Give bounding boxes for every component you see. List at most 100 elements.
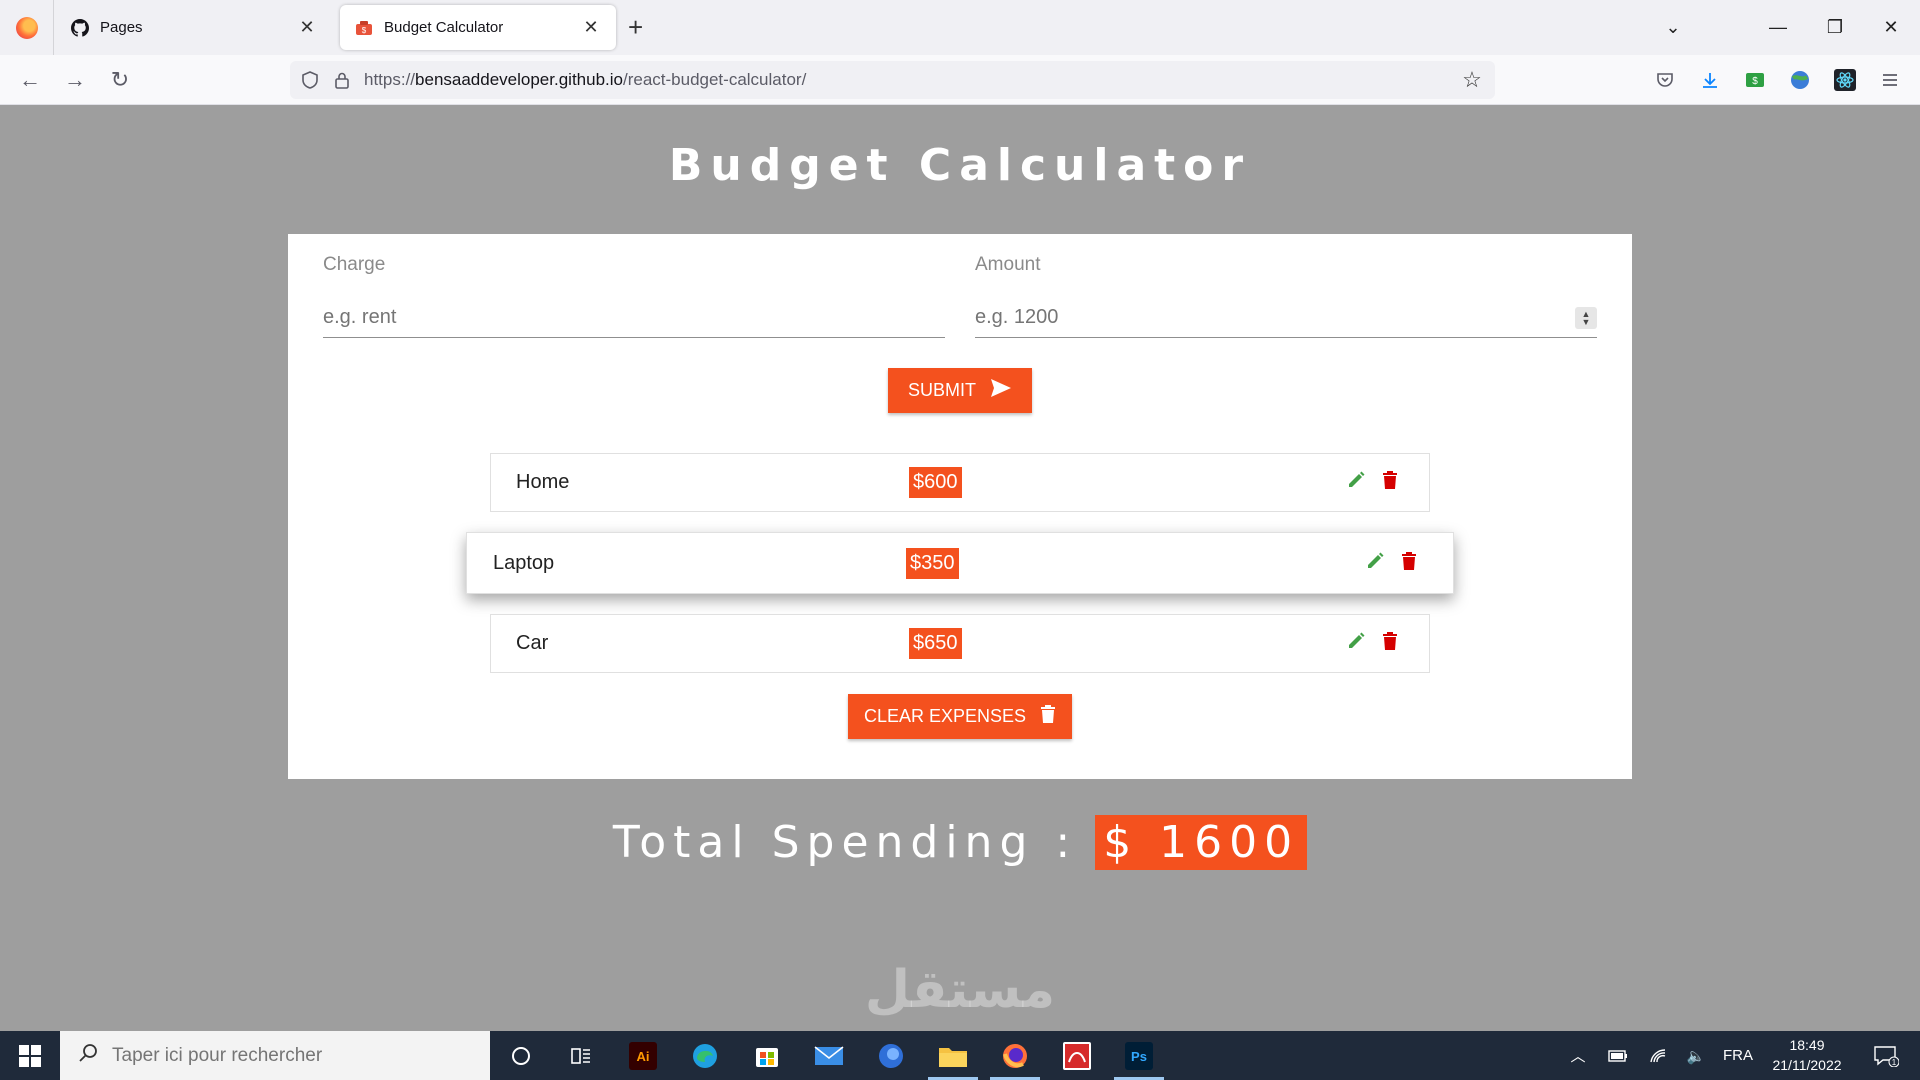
expense-name: Laptop: [493, 551, 555, 574]
reload-icon[interactable]: ↻: [105, 65, 135, 95]
expense-name: Car: [516, 632, 549, 654]
tab-list-chevron-icon[interactable]: ⌄: [1650, 0, 1696, 55]
notification-count: 1: [1892, 1058, 1897, 1067]
firefox-icon: [15, 16, 38, 39]
tab-pages[interactable]: Pages ✕: [56, 5, 332, 50]
firefox-menu-button[interactable]: [0, 0, 54, 55]
mostaql-watermark: مستقل: [864, 960, 1056, 1020]
edit-pencil-icon[interactable]: [1346, 470, 1366, 495]
forward-arrow-icon[interactable]: →: [60, 65, 90, 95]
clock-time: 18:49: [1789, 1037, 1825, 1053]
expense-amount-badge: $600: [909, 467, 962, 498]
svg-text:$: $: [1752, 76, 1758, 87]
microsoft-store-icon[interactable]: [736, 1031, 798, 1080]
wifi-icon[interactable]: [1644, 1031, 1672, 1080]
expense-actions: [1365, 551, 1417, 576]
svg-text:Ps: Ps: [1131, 1049, 1147, 1064]
firefox-taskbar-icon[interactable]: [984, 1031, 1046, 1080]
bookmark-star-icon[interactable]: ☆: [1457, 65, 1487, 95]
photoshop-icon[interactable]: Ps: [1108, 1031, 1170, 1080]
submit-button[interactable]: SUBMIT: [888, 368, 1032, 413]
amount-input-wrapper: ▲▼: [975, 298, 1597, 338]
close-window-icon[interactable]: ✕: [1868, 0, 1914, 55]
restore-icon[interactable]: ❐: [1812, 0, 1858, 55]
budget-form-card: Charge Amount ▲▼ SUBMIT Home $600 Laptop…: [288, 234, 1632, 779]
clock-date: 21/11/2022: [1772, 1057, 1842, 1073]
back-arrow-icon[interactable]: ←: [15, 65, 45, 95]
mail-icon[interactable]: [798, 1031, 860, 1080]
trash-icon: [1040, 704, 1056, 729]
charge-input-wrapper: [323, 298, 945, 338]
github-icon: [70, 18, 90, 38]
shield-icon[interactable]: [298, 68, 322, 92]
pocket-icon[interactable]: [1652, 67, 1678, 93]
expense-item: Car $650: [490, 614, 1430, 673]
windows-taskbar: Ai Ps ︿ 🔈 FRA 18:49 21/11/2022 1: [0, 1031, 1920, 1080]
expense-actions: [1346, 470, 1398, 495]
new-tab-icon[interactable]: +: [628, 14, 643, 40]
total-spending-value: $ 1600: [1095, 815, 1308, 870]
taskbar-search-input[interactable]: [112, 1044, 452, 1067]
svg-text:Ai: Ai: [637, 1049, 650, 1064]
clear-expenses-button[interactable]: CLEAR EXPENSES: [848, 694, 1072, 739]
number-stepper[interactable]: ▲ ▼: [1575, 306, 1597, 329]
charge-field: Charge: [323, 254, 945, 338]
notification-center-icon[interactable]: 1: [1866, 1031, 1906, 1080]
volume-icon[interactable]: 🔈: [1682, 1031, 1710, 1080]
expense-item: Laptop $350: [466, 532, 1454, 594]
delete-trash-icon[interactable]: [1382, 470, 1398, 495]
windows-start-icon[interactable]: [0, 1031, 60, 1080]
edit-pencil-icon[interactable]: [1346, 631, 1366, 656]
expense-item: Home $600: [490, 453, 1430, 512]
expense-amount-badge: $350: [906, 547, 959, 579]
tab-close-icon[interactable]: ✕: [580, 17, 602, 39]
tab-label: Pages: [100, 19, 143, 36]
extension-globe-icon[interactable]: [1787, 67, 1813, 93]
clear-expenses-label: CLEAR EXPENSES: [863, 706, 1027, 726]
extension-green-icon[interactable]: $: [1742, 67, 1768, 93]
firefox-dev-icon[interactable]: [860, 1031, 922, 1080]
expense-amount-badge: $650: [909, 628, 962, 659]
cortana-icon[interactable]: [490, 1031, 552, 1080]
show-hidden-icons-chevron-icon[interactable]: ︿: [1564, 1031, 1592, 1080]
tab-budget-calculator[interactable]: $ Budget Calculator ✕: [340, 5, 616, 50]
download-icon[interactable]: [1697, 67, 1723, 93]
charge-input[interactable]: [323, 306, 883, 329]
send-icon: [990, 378, 1012, 403]
input-language[interactable]: FRA: [1720, 1031, 1756, 1080]
address-bar[interactable]: https://bensaaddeveloper.github.io/react…: [290, 61, 1495, 99]
amount-input[interactable]: [975, 306, 1535, 329]
edge-icon[interactable]: [674, 1031, 736, 1080]
tab-close-icon[interactable]: ✕: [296, 17, 318, 39]
tab-label: Budget Calculator: [384, 19, 504, 36]
submit-label: SUBMIT: [907, 380, 976, 400]
money-bag-icon: $: [354, 18, 374, 38]
page-title: Budget Calculator: [668, 140, 1252, 191]
edit-pencil-icon[interactable]: [1365, 551, 1385, 576]
total-spending-label: Total Spending :: [612, 817, 1078, 868]
acrobat-icon[interactable]: [1046, 1031, 1108, 1080]
total-spending: Total Spending : $ 1600: [0, 815, 1920, 870]
amount-label: Amount: [975, 254, 1041, 275]
delete-trash-icon[interactable]: [1382, 631, 1398, 656]
file-explorer-icon[interactable]: [922, 1031, 984, 1080]
task-view-icon[interactable]: [550, 1031, 612, 1080]
expense-name: Home: [516, 471, 570, 493]
browser-nav-bar: ← → ↻ https://bensaaddeveloper.github.io…: [0, 55, 1920, 105]
taskbar-search[interactable]: [60, 1031, 490, 1080]
lock-icon[interactable]: [330, 68, 354, 92]
charge-label: Charge: [323, 254, 386, 275]
minimize-icon[interactable]: —: [1755, 0, 1801, 55]
system-clock[interactable]: 18:49 21/11/2022: [1760, 1035, 1854, 1075]
illustrator-icon[interactable]: Ai: [612, 1031, 674, 1080]
url-text[interactable]: https://bensaaddeveloper.github.io/react…: [364, 70, 1457, 90]
browser-tab-bar: Pages ✕ $ Budget Calculator ✕ + ⌄ — ❐ ✕: [0, 0, 1920, 55]
svg-text:$: $: [362, 26, 367, 35]
search-icon: [78, 1043, 98, 1069]
expense-actions: [1346, 631, 1398, 656]
battery-icon[interactable]: [1604, 1031, 1632, 1080]
app-menu-icon[interactable]: [1877, 67, 1903, 93]
react-devtools-icon[interactable]: [1832, 67, 1858, 93]
delete-trash-icon[interactable]: [1401, 551, 1417, 576]
amount-field: Amount ▲▼: [975, 254, 1597, 338]
